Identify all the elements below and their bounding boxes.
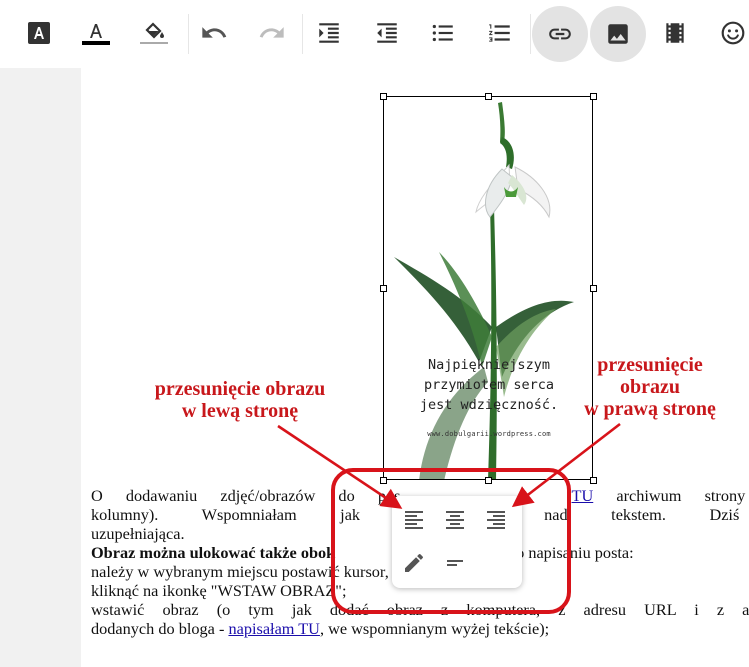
indent-icon <box>319 23 339 43</box>
toolbar-separator <box>188 14 189 54</box>
bulleted-list-button[interactable] <box>421 11 465 55</box>
undo-button[interactable] <box>192 11 236 55</box>
annotation-text: w prawą stronę <box>584 398 716 420</box>
annotation-text: w lewą stronę <box>181 400 299 422</box>
text-segment: , we wspomnianym wyżej tekście); <box>319 619 550 638</box>
annotation-text: przesunięcie <box>597 354 703 376</box>
annotation-highlight-box <box>331 468 571 614</box>
annotation-text: obrazu <box>620 376 680 398</box>
resize-handle-top-left[interactable] <box>380 93 387 100</box>
text-background-button[interactable] <box>17 11 61 55</box>
left-gutter <box>0 68 81 667</box>
text-color-icon <box>82 24 110 45</box>
resize-handle-left[interactable] <box>380 285 387 292</box>
resize-handle-bottom-right[interactable] <box>590 477 597 484</box>
toolbar-separator <box>302 14 303 54</box>
editor-toolbar <box>0 0 749 68</box>
resize-handle-right[interactable] <box>590 285 597 292</box>
resize-handle-top-right[interactable] <box>590 93 597 100</box>
fill-color-button[interactable] <box>132 11 176 55</box>
annotation-right: przesunięcie obrazu w prawą stronę <box>552 354 748 420</box>
emoji-button[interactable] <box>711 11 749 55</box>
video-button[interactable] <box>653 11 697 55</box>
image-watermark-url: www.dobulgarii.wordpress.com <box>427 430 551 438</box>
text-background-icon <box>28 22 50 44</box>
text-line: dodanych do bloga - napisałam TU, we wsp… <box>91 619 749 638</box>
outdent-button[interactable] <box>365 11 409 55</box>
emoji-icon <box>721 21 745 45</box>
fill-color-icon <box>140 22 168 44</box>
image-icon <box>608 24 628 44</box>
bulleted-list-icon <box>432 24 453 42</box>
undo-icon <box>202 27 227 38</box>
outdent-icon <box>377 23 397 43</box>
text-segment: dodanych do bloga - <box>91 619 229 638</box>
resize-handle-top[interactable] <box>485 93 492 100</box>
image-button[interactable] <box>590 6 646 62</box>
redo-icon <box>259 27 284 38</box>
numbered-list-icon <box>489 24 510 42</box>
annotation-text: przesunięcie obrazu <box>154 378 326 400</box>
snowdrop-flower-image <box>394 102 574 479</box>
video-icon <box>666 23 684 43</box>
indent-button[interactable] <box>307 11 351 55</box>
link-button[interactable] <box>532 6 588 62</box>
text-color-button[interactable] <box>74 11 118 55</box>
redo-button[interactable] <box>250 11 294 55</box>
link-tu[interactable]: TU <box>572 486 594 505</box>
text-segment: archiwum strony jest <box>616 486 749 505</box>
toolbar-separator <box>530 14 531 54</box>
bold-text: Obraz można ulokować także obok <box>91 543 336 562</box>
link-icon <box>549 28 571 40</box>
numbered-list-button[interactable] <box>478 11 522 55</box>
selected-image[interactable]: Najpiękniejszym przymiotem serca jest wd… <box>383 96 593 480</box>
annotation-left: przesunięcie obrazu w lewą stronę <box>110 378 370 422</box>
link-napisalam-tu[interactable]: napisałam TU <box>228 619 320 638</box>
